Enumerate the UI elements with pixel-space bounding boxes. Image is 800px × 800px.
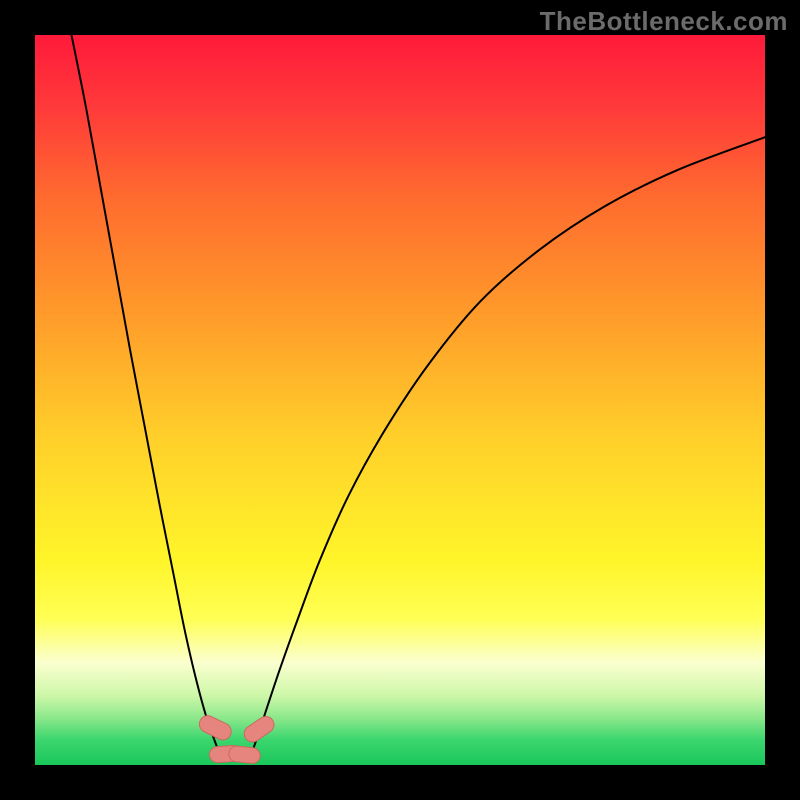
plot-area [35,35,765,765]
gradient-background [35,35,765,765]
chart-svg [35,35,765,765]
highlight-marker-2 [228,745,261,764]
watermark-text: TheBottleneck.com [540,6,788,37]
chart-container: TheBottleneck.com [0,0,800,800]
